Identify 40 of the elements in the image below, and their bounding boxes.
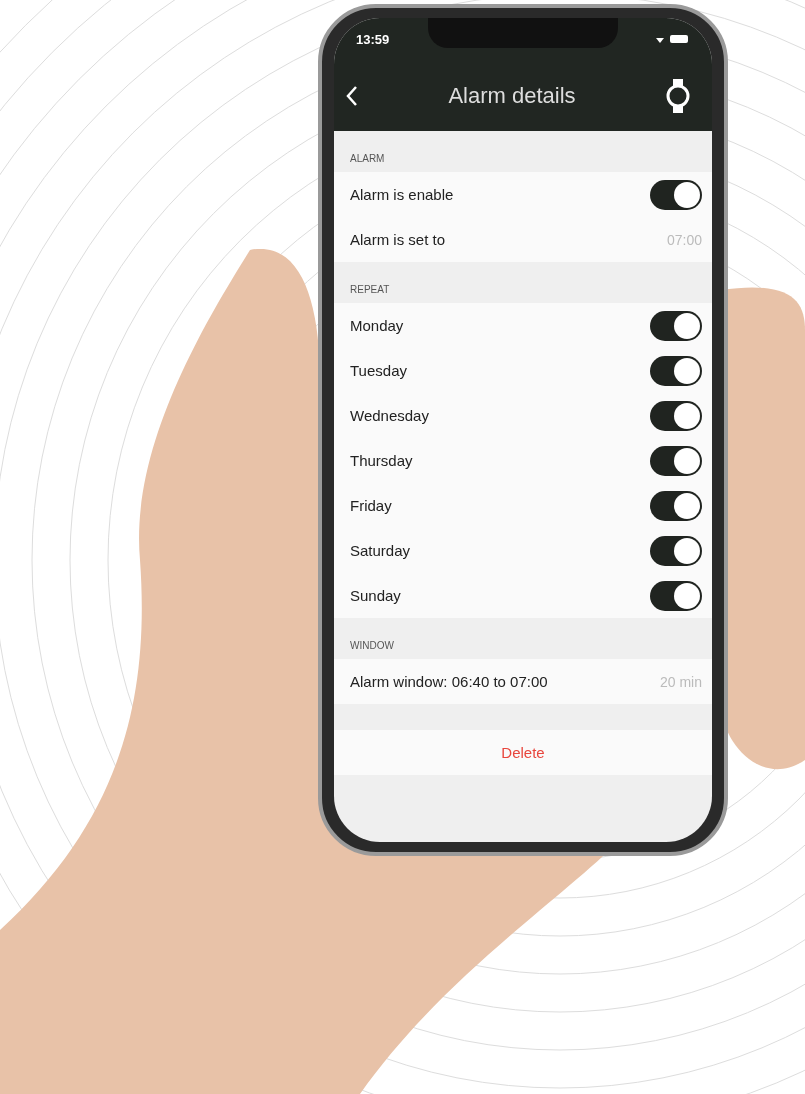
back-chevron-icon — [346, 84, 358, 107]
row-label: Tuesday — [350, 362, 407, 379]
settings-row[interactable]: Monday — [334, 303, 712, 348]
settings-row[interactable]: Friday — [334, 483, 712, 528]
row-label: Sunday — [350, 587, 401, 604]
row-value: 20 min — [659, 673, 702, 690]
row-label: Friday — [350, 497, 392, 514]
row-label: Thursday — [350, 452, 413, 469]
section-header: WINDOW — [349, 640, 394, 653]
settings-row[interactable]: Alarm window: 06:40 to 07:00 20 min — [334, 659, 712, 704]
toggle-switch[interactable] — [650, 179, 702, 210]
toggle-switch[interactable] — [650, 580, 702, 611]
toggle-switch[interactable] — [650, 445, 702, 476]
screen-title: Alarm details — [448, 82, 576, 109]
delete-button[interactable]: Delete — [334, 730, 712, 775]
row-label: Saturday — [350, 542, 411, 559]
row-label: Monday — [350, 317, 404, 334]
row-label: Alarm window: 06:40 to 07:00 — [350, 673, 548, 690]
toggle-switch[interactable] — [650, 490, 702, 521]
settings-row[interactable]: Wednesday — [334, 393, 712, 438]
row-label: Wednesday — [350, 407, 429, 424]
status-icons — [654, 34, 690, 44]
row-label: Alarm is enable — [350, 186, 454, 203]
watch-icon[interactable] — [666, 77, 690, 114]
toggle-switch[interactable] — [650, 355, 702, 386]
settings-row[interactable]: Alarm is enable — [334, 172, 712, 217]
toggle-switch[interactable] — [650, 535, 702, 566]
settings-row[interactable]: Alarm is set to 07:00 — [334, 217, 712, 262]
section-header: REPEAT — [349, 284, 390, 297]
status-time: 13:59 — [356, 31, 390, 47]
toggle-switch[interactable] — [650, 400, 702, 431]
section-header: ALARM — [349, 153, 385, 166]
row-value: 07:00 — [666, 231, 702, 248]
settings-row[interactable]: Sunday — [334, 573, 712, 618]
back-button[interactable] — [346, 84, 358, 107]
settings-row[interactable]: Saturday — [334, 528, 712, 573]
settings-row[interactable]: Thursday — [334, 438, 712, 483]
toggle-switch[interactable] — [650, 310, 702, 341]
settings-row[interactable]: Tuesday — [334, 348, 712, 393]
row-label: Alarm is set to — [350, 231, 446, 248]
